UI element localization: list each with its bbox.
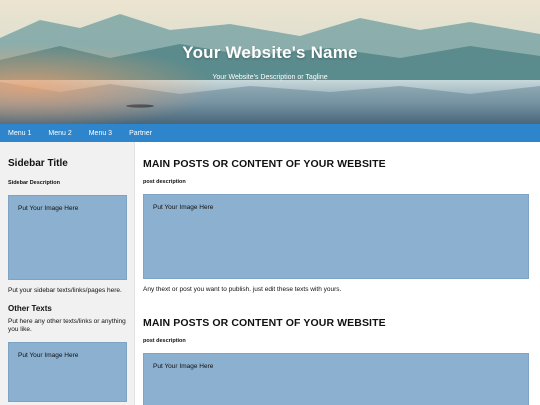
post-text: Any thext or post you want to publish. j…	[143, 286, 342, 293]
post-description: post description	[143, 179, 186, 185]
nav-item-menu-1[interactable]: Menu 1	[8, 130, 31, 137]
site-tagline: Your Website's Description or Tagline	[212, 74, 328, 81]
header-banner: Your Website's Name Your Website's Descr…	[0, 0, 540, 124]
sidebar-image-placeholder: Put Your Image Here	[8, 195, 127, 280]
sidebar-description: Sidebar Description	[8, 180, 60, 186]
image-placeholder-label: Put Your Image Here	[153, 204, 214, 211]
image-placeholder-label: Put Your Image Here	[18, 205, 79, 212]
image-placeholder-label: Put Your Image Here	[18, 351, 79, 359]
sidebar-other-text: Put here any other texts/links or anythi…	[8, 317, 126, 334]
sidebar-text: Put your sidebar texts/links/pages here.	[8, 287, 122, 294]
sidebar-image-placeholder-2: Put Your Image Here	[8, 341, 127, 402]
nav-item-partner[interactable]: Partner	[129, 130, 152, 137]
post-image-placeholder-2: Put Your Image Here	[143, 353, 529, 405]
content-layout: Sidebar Title Sidebar Description Put Yo…	[0, 142, 540, 405]
nav-item-menu-3[interactable]: Menu 3	[89, 130, 112, 137]
sidebar-title: Sidebar Title	[8, 158, 68, 169]
sidebar: Sidebar Title Sidebar Description Put Yo…	[0, 142, 135, 405]
site-title: Your Website's Name	[182, 43, 358, 62]
post-description-2: post description	[143, 338, 186, 344]
post-title-2: MAIN POSTS OR CONTENT OF YOUR WEBSITE	[143, 317, 386, 329]
image-placeholder-label: Put Your Image Here	[153, 363, 214, 370]
post-title: MAIN POSTS OR CONTENT OF YOUR WEBSITE	[143, 158, 386, 170]
nav-item-menu-2[interactable]: Menu 2	[48, 130, 71, 137]
sidebar-other-title: Other Texts	[8, 303, 52, 313]
post-image-placeholder: Put Your Image Here	[143, 194, 529, 279]
main-content: MAIN POSTS OR CONTENT OF YOUR WEBSITE po…	[135, 142, 540, 405]
main-navigation: Menu 1 Menu 2 Menu 3 Partner	[0, 124, 540, 142]
